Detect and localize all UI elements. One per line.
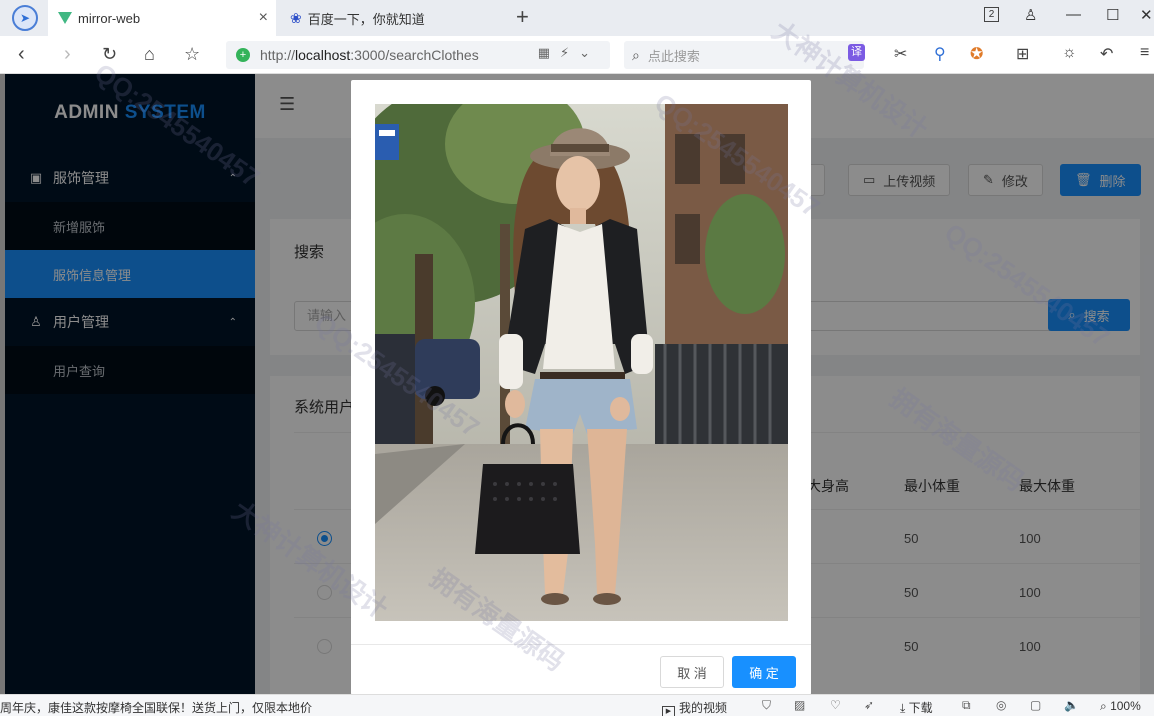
clothes-preview-image — [375, 104, 788, 621]
image-preview-modal: 取 消 确 定 — [351, 80, 811, 695]
vue-logo-icon — [58, 12, 72, 24]
browser-statusbar: 周年庆，康佳这款按摩椅全国联保！送货上门，仅限本地价 ▶ 我的视频 ⛉ ▨ ♡ ➶… — [0, 694, 1154, 716]
cancel-button[interactable]: 取 消 — [660, 656, 724, 688]
translate-icon[interactable]: 译 — [848, 44, 865, 61]
tab-close-icon[interactable]: × — [259, 9, 268, 27]
modal-footer: 取 消 确 定 — [351, 644, 811, 696]
scissors-icon[interactable]: ✂ — [894, 44, 907, 64]
window-icon[interactable]: ▢ — [1030, 698, 1041, 712]
tab-mirror-web[interactable]: mirror-web × — [48, 0, 276, 36]
brightness-icon[interactable]: ☼ — [1062, 44, 1077, 62]
gamepad-icon[interactable]: ✪ — [970, 44, 983, 64]
close-window-icon[interactable]: ✕ — [1140, 6, 1153, 24]
play-icon: ▶ — [662, 706, 675, 716]
bookmark-star-icon[interactable]: ☆ — [184, 42, 200, 66]
sync-icon[interactable]: ◎ — [996, 698, 1006, 712]
search-placeholder: 点此搜索 — [647, 48, 700, 64]
forward-icon[interactable]: › — [64, 42, 71, 66]
url-text: http://localhost:3000/searchClothes — [260, 47, 479, 63]
extension-icon[interactable]: ⧉ — [962, 698, 971, 713]
skin-icon[interactable]: ♙ — [1024, 6, 1037, 24]
apps-grid-icon[interactable]: ⊞ — [1016, 44, 1029, 64]
browser-logo-icon[interactable]: ➤ — [12, 5, 38, 31]
ok-button[interactable]: 确 定 — [732, 656, 796, 688]
tab-count-badge[interactable]: 2 — [984, 7, 999, 22]
minimize-icon[interactable]: — — [1066, 6, 1081, 23]
download-link[interactable]: ⤓ 下载 — [900, 699, 933, 716]
volume-icon[interactable]: 🔈 — [1064, 698, 1079, 712]
my-video-link[interactable]: ▶ 我的视频 — [662, 699, 727, 716]
magnifier-icon[interactable]: ⚲ — [934, 44, 946, 64]
status-ad-text[interactable]: 周年庆，康佳这款按摩椅全国联保！送货上门，仅限本地价 — [0, 699, 312, 716]
new-tab-icon[interactable]: + — [516, 4, 529, 30]
street-photo — [375, 104, 788, 621]
browser-navbar: ‹ › ↻ ⌂ ☆ + http://localhost:3000/search… — [0, 36, 1154, 74]
back-icon[interactable]: ‹ — [18, 42, 25, 66]
tab-baidu[interactable]: ❀ 百度一下，你就知道 — [280, 0, 500, 36]
tab-title: mirror-web — [78, 10, 141, 26]
reload-icon[interactable]: ↻ — [102, 42, 117, 66]
undo-icon[interactable]: ↶ — [1100, 44, 1113, 64]
baidu-paw-icon: ❀ — [290, 9, 302, 26]
menu-icon[interactable]: ≡ — [1140, 44, 1149, 62]
secure-shield-icon: + — [236, 48, 250, 62]
maximize-icon[interactable]: ☐ — [1106, 6, 1119, 24]
shield-icon[interactable]: ⛉ — [762, 698, 771, 713]
browser-tabbar: ➤ mirror-web × ❀ 百度一下，你就知道 + 2 ♙ — ☐ ✕ — [0, 0, 1154, 36]
rocket-icon[interactable]: ➶ — [864, 698, 874, 712]
url-tools-icon[interactable]: ▦⚡⌄ — [538, 45, 600, 61]
image-icon[interactable]: ▨ — [794, 698, 805, 712]
zoom-level[interactable]: ⌕ 100% — [1100, 699, 1141, 714]
tab-title: 百度一下，你就知道 — [307, 11, 425, 27]
browser-search-input[interactable]: ⌕ 点此搜索 — [624, 41, 864, 69]
search-icon: ⌕ — [632, 46, 640, 63]
heart-icon[interactable]: ♡ — [830, 698, 841, 712]
address-bar[interactable]: + http://localhost:3000/searchClothes ▦⚡… — [226, 41, 610, 69]
home-icon[interactable]: ⌂ — [144, 42, 155, 66]
